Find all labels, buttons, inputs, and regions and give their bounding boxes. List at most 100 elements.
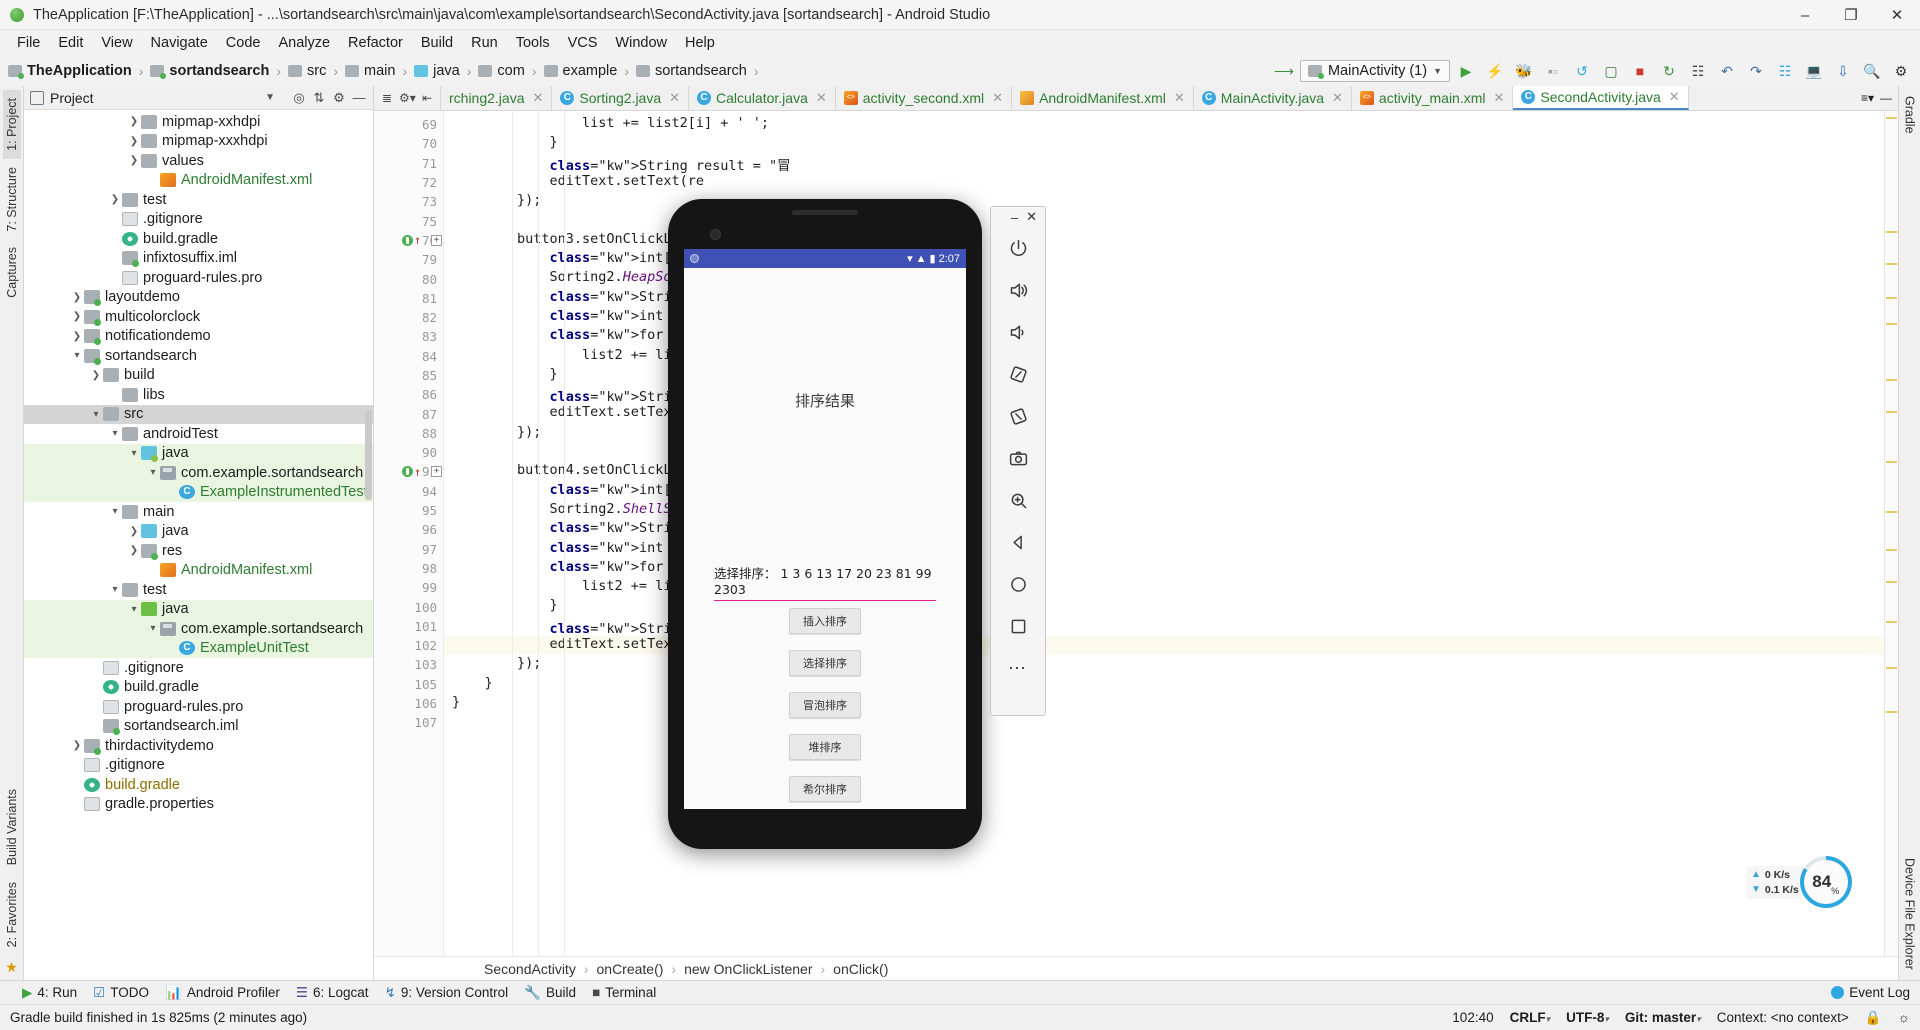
editor-marker-strip[interactable] <box>1884 111 1898 956</box>
close-icon[interactable]: ✕ <box>1332 90 1343 106</box>
editor-tab-calculator-java[interactable]: Calculator.java ✕ <box>689 86 836 110</box>
tree-row[interactable]: sortandsearch.iml <box>24 717 373 737</box>
chevron-down-icon[interactable]: ▾ <box>108 506 122 517</box>
tool-version-control[interactable]: ↯ 9: Version Control <box>385 985 509 1001</box>
inspection-icon[interactable]: ☼ <box>1898 1010 1910 1025</box>
hide-editor-icon[interactable]: — <box>1880 91 1892 105</box>
context-indicator[interactable]: Context: <no context> <box>1717 1010 1849 1025</box>
tree-row[interactable]: ▾ com.example.sortandsearch <box>24 619 373 639</box>
tree-row[interactable]: gradle.properties <box>24 795 373 815</box>
tree-row[interactable]: infixtosuffix.iml <box>24 249 373 269</box>
tree-row[interactable]: ▾ sortandsearch <box>24 346 373 366</box>
minimize-button[interactable]: – <box>1782 0 1828 30</box>
close-icon[interactable]: ✕ <box>533 90 544 106</box>
tree-row[interactable]: ❯ thirdactivitydemo <box>24 736 373 756</box>
menu-build[interactable]: Build <box>412 33 462 53</box>
volume-down-icon[interactable] <box>998 311 1038 353</box>
breadcrumb-item-main[interactable]: main <box>345 63 395 79</box>
tree-row[interactable]: build.gradle <box>24 775 373 795</box>
gutter-line-number[interactable]: 87 <box>374 404 443 423</box>
stop-icon[interactable]: ■ <box>1627 59 1653 83</box>
more-icon[interactable]: ⋯ <box>998 647 1038 689</box>
file-encoding[interactable]: UTF-8▾ <box>1566 1010 1609 1025</box>
code-line[interactable]: button4.setOnClickListener( <box>444 462 1884 481</box>
sidebar-item-favorites[interactable]: 2: Favorites <box>3 874 21 955</box>
gutter-line-number[interactable]: 96 <box>374 520 443 539</box>
close-icon[interactable]: ✕ <box>1494 90 1505 106</box>
code-line[interactable]: class="kw">String result = "冒 <box>444 154 1884 174</box>
chevron-right-icon[interactable]: ❯ <box>108 194 122 205</box>
gutter-line-number[interactable]: 81 <box>374 289 443 308</box>
gutter-line-number[interactable]: 98 <box>374 559 443 578</box>
zoom-icon[interactable] <box>998 479 1038 521</box>
code-line[interactable]: class="kw">String list2 = class="str">""… <box>444 289 1884 308</box>
close-icon[interactable]: ✕ <box>669 90 680 106</box>
breadcrumb-item-com[interactable]: com <box>478 63 525 79</box>
code-line[interactable]: class="kw">int[] list = {class="num">230… <box>444 250 1884 269</box>
menu-window[interactable]: Window <box>606 33 676 53</box>
close-icon[interactable]: ✕ <box>1174 90 1185 106</box>
gutter-line-number[interactable]: 70 <box>374 134 443 153</box>
settings-icon[interactable]: ⚙ <box>329 90 349 106</box>
tree-row[interactable]: ❯ layoutdemo <box>24 288 373 308</box>
sort-tabs-icon[interactable]: ≣ <box>379 91 395 105</box>
breadcrumb-item-theapplication[interactable]: TheApplication <box>8 63 132 79</box>
menu-edit[interactable]: Edit <box>49 33 92 53</box>
avd-manager-icon[interactable]: ▢ <box>1598 59 1624 83</box>
code-line[interactable]: class="kw">String list2 = class="str">""… <box>444 520 1884 539</box>
lock-icon[interactable]: 🔒 <box>1865 1010 1882 1026</box>
chevron-down-icon[interactable]: ▾ <box>89 409 103 420</box>
editor-gutter[interactable]: 69 70 71 72 73 75 76 ↑ +79 80 81 82 83 84 85 86 87 88 90 91… <box>374 111 444 956</box>
menu-analyze[interactable]: Analyze <box>269 33 339 53</box>
gutter-line-number[interactable]: 100 <box>374 597 443 616</box>
emulator-screen[interactable]: ▾ ▲ ▮ 2:07 排序结果 选择排序： 1 3 6 13 17 20 23 … <box>684 249 966 809</box>
gutter-line-number[interactable]: 85 <box>374 366 443 385</box>
volume-up-icon[interactable] <box>998 269 1038 311</box>
breadcrumb-class[interactable]: SecondActivity <box>484 961 576 977</box>
menu-vcs[interactable]: VCS <box>559 33 607 53</box>
tree-row[interactable]: ❯ mipmap-xxhdpi <box>24 112 373 132</box>
line-separator[interactable]: CRLF▾ <box>1510 1010 1551 1025</box>
chevron-down-icon[interactable]: ▾ <box>146 467 160 478</box>
tree-row[interactable]: ❯ res <box>24 541 373 561</box>
code-line[interactable]: } <box>444 134 1884 153</box>
screenshot-icon[interactable] <box>998 437 1038 479</box>
menu-tools[interactable]: Tools <box>507 33 559 53</box>
sidebar-item-gradle[interactable]: Gradle <box>1901 86 1919 144</box>
project-scrollbar[interactable] <box>365 410 372 500</box>
gutter-line-number[interactable]: 102 <box>374 636 443 655</box>
tree-row[interactable]: AndroidManifest.xml <box>24 561 373 581</box>
code-fold-icon[interactable]: + <box>431 466 442 478</box>
result-field[interactable]: 选择排序： 1 3 6 13 17 20 23 81 99 2303 <box>714 563 936 601</box>
intention-bulb-icon[interactable] <box>402 466 413 478</box>
chevron-right-icon[interactable]: ❯ <box>127 136 141 147</box>
gutter-line-number[interactable]: 99 <box>374 578 443 597</box>
power-icon[interactable] <box>998 227 1038 269</box>
chevron-down-icon[interactable]: ▾ <box>146 623 160 634</box>
gutter-line-number[interactable]: 105 <box>374 675 443 694</box>
tree-row[interactable]: ❯ multicolorclock <box>24 307 373 327</box>
tree-row[interactable]: ▾ src <box>24 404 373 424</box>
editor-tab-activity-second-xml[interactable]: activity_second.xml ✕ <box>836 86 1013 110</box>
code-line[interactable]: } <box>444 366 1884 385</box>
sidebar-item-captures[interactable]: Captures <box>3 239 21 306</box>
gutter-line-number[interactable]: 80 <box>374 269 443 288</box>
tool-logcat[interactable]: ☰ 6: Logcat <box>296 985 369 1001</box>
code-line[interactable]: button3.setOnClickListener( <box>444 231 1884 250</box>
debug-icon[interactable]: 🐝 <box>1511 59 1537 83</box>
chevron-down-icon[interactable]: ▾ <box>108 428 122 439</box>
chevron-right-icon[interactable]: ❯ <box>70 292 84 303</box>
menu-refactor[interactable]: Refactor <box>339 33 412 53</box>
gutter-line-number[interactable]: 97 <box>374 540 443 559</box>
rotate-left-icon[interactable] <box>998 353 1038 395</box>
gutter-line-number[interactable]: 86 <box>374 385 443 404</box>
tree-row[interactable]: .gitignore <box>24 658 373 678</box>
sidebar-item-project[interactable]: 1: Project <box>2 90 21 159</box>
favorites-star-icon[interactable]: ★ <box>5 955 18 980</box>
code-line[interactable]: class="kw">String result = "希 <box>444 617 1884 637</box>
performance-widget[interactable]: ▲ 0 K/s ▼ 0.1 K/s 84 % <box>1746 856 1876 908</box>
hide-icon[interactable]: — <box>349 90 369 105</box>
tool-terminal[interactable]: ■ Terminal <box>592 985 656 1000</box>
maximize-button[interactable]: ❐ <box>1828 0 1874 30</box>
gutter-line-number[interactable]: 106 <box>374 694 443 713</box>
